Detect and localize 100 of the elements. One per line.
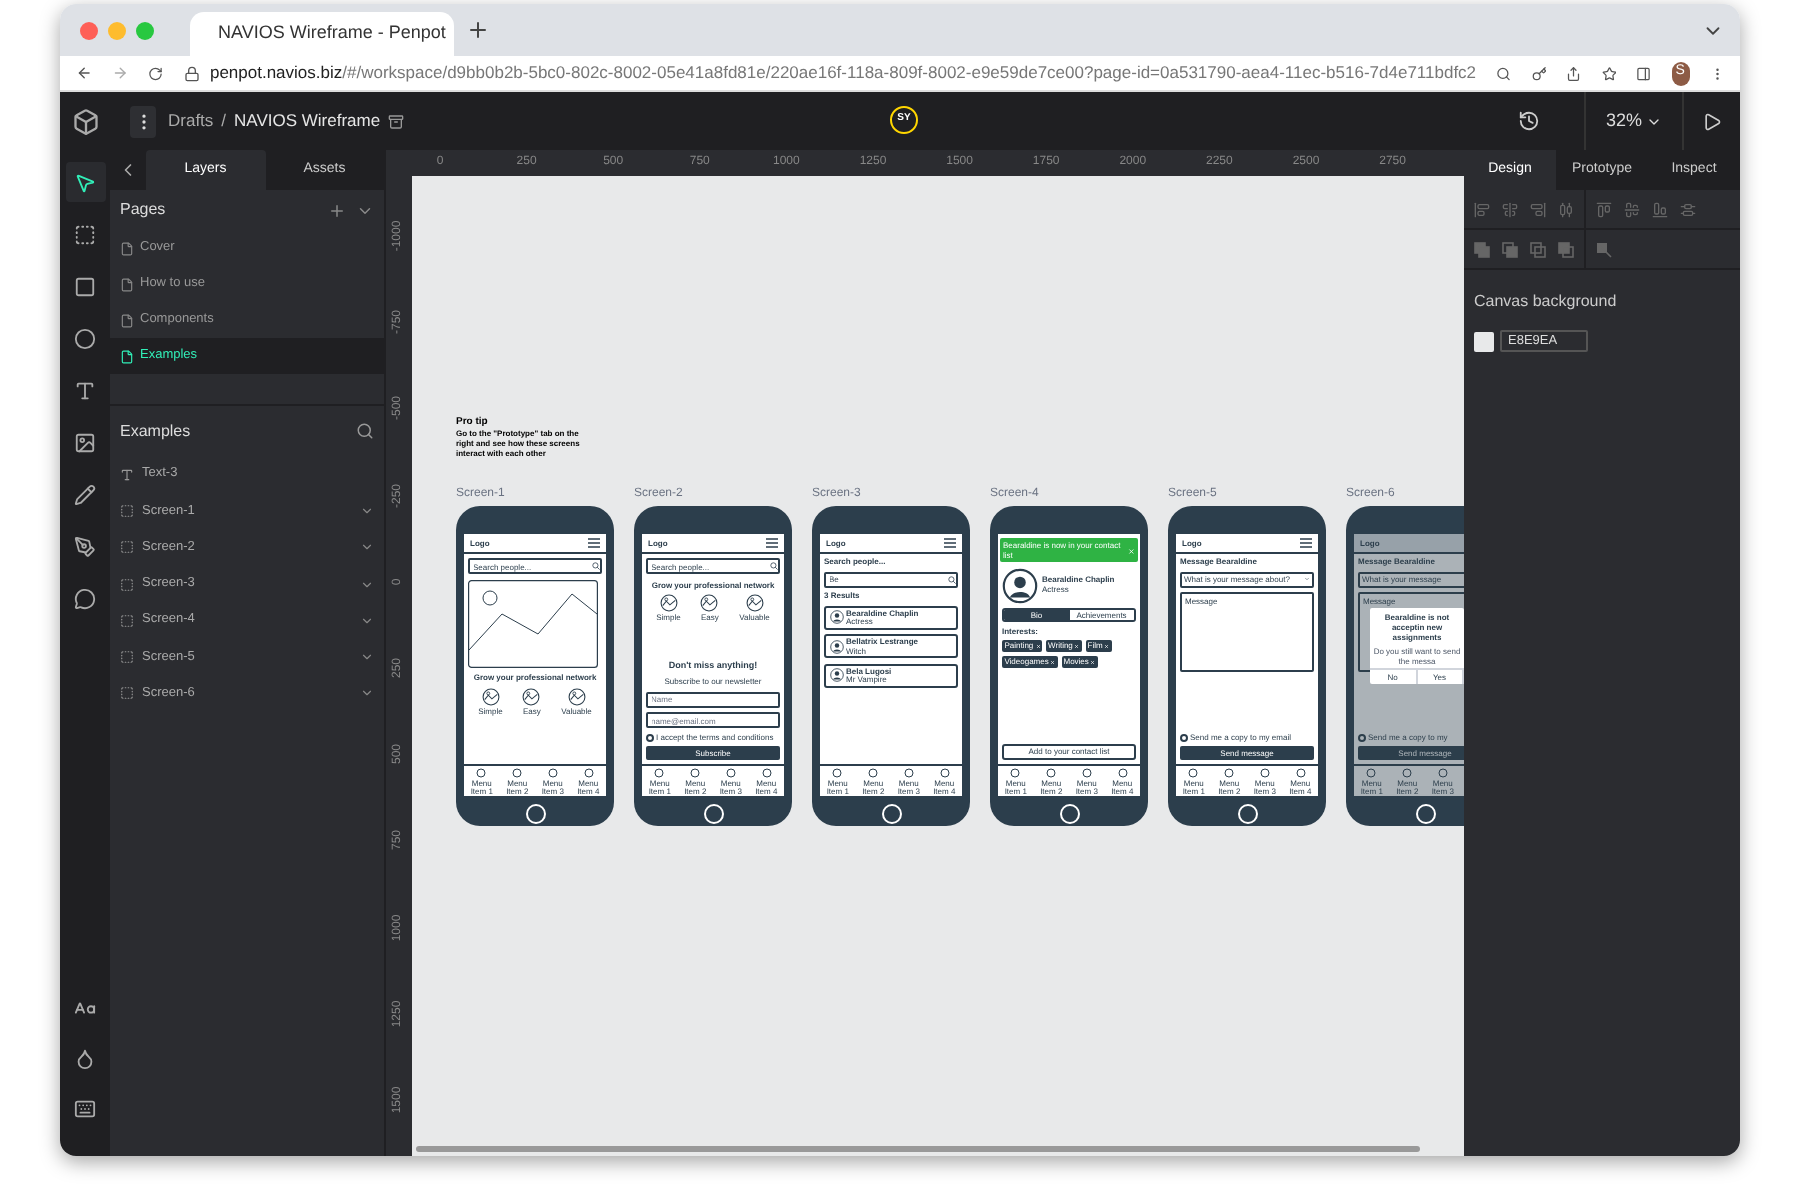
search-icon[interactable] bbox=[1496, 63, 1512, 83]
avatar-icon bbox=[829, 610, 843, 625]
new-tab-icon[interactable] bbox=[466, 18, 490, 42]
back-icon[interactable] bbox=[76, 62, 93, 84]
align-icon[interactable] bbox=[1530, 201, 1546, 217]
search-icon bbox=[947, 575, 955, 584]
typography-icon[interactable] bbox=[74, 998, 96, 1020]
expand-icon[interactable] bbox=[360, 577, 374, 592]
nav-icon[interactable] bbox=[1259, 768, 1270, 778]
file-icon bbox=[120, 313, 134, 327]
nav-icon[interactable] bbox=[832, 768, 843, 778]
nav-icon[interactable] bbox=[1402, 768, 1413, 778]
wave-circle-icon bbox=[567, 687, 586, 706]
align-icon[interactable] bbox=[1624, 201, 1640, 217]
lock-icon bbox=[183, 65, 200, 81]
browser-tab[interactable]: NAVIOS Wireframe - Penpot bbox=[190, 12, 454, 56]
history-icon[interactable] bbox=[1517, 110, 1540, 132]
nav-icon[interactable] bbox=[512, 768, 523, 778]
nav-icon[interactable] bbox=[1188, 768, 1199, 778]
zoom-dropdown[interactable]: 32% bbox=[1605, 107, 1662, 135]
side-panel-icon[interactable] bbox=[1636, 63, 1652, 83]
archive-icon[interactable] bbox=[388, 113, 405, 129]
breadcrumb-link[interactable]: Drafts bbox=[168, 108, 214, 134]
search-icon[interactable] bbox=[356, 422, 374, 440]
breadcrumb-separator: / bbox=[221, 108, 227, 134]
align-icon[interactable] bbox=[1502, 201, 1518, 217]
nav-icon[interactable] bbox=[654, 768, 665, 778]
align-icon[interactable] bbox=[1680, 201, 1696, 217]
nav-icon[interactable] bbox=[725, 768, 736, 778]
expand-icon[interactable] bbox=[360, 613, 374, 628]
checkbox[interactable] bbox=[1358, 733, 1366, 742]
nav-icon[interactable] bbox=[690, 768, 701, 778]
wave-circle-icon bbox=[745, 594, 764, 613]
text-icon bbox=[120, 467, 134, 482]
expand-icon[interactable] bbox=[360, 503, 374, 518]
nav-icon[interactable] bbox=[903, 768, 914, 778]
align-icon[interactable] bbox=[1558, 201, 1574, 217]
address-bar[interactable]: penpot.navios.biz/#/workspace/d9bb0b2b-5bc0-802c-8002-05e41a8fd81e/220ae16f-118a-809f-8002-e9e59de7ce00?page-id=0a531790-aea4-11ec-b516-7d4e711bdfc2 bbox=[183, 57, 1477, 89]
flatten-icon[interactable] bbox=[1596, 241, 1612, 257]
drop-icon[interactable] bbox=[74, 1048, 96, 1070]
file-name[interactable]: NAVIOS Wireframe bbox=[234, 108, 381, 134]
nav-icon[interactable] bbox=[476, 768, 487, 778]
search-icon bbox=[769, 562, 777, 571]
align-icon[interactable] bbox=[1652, 201, 1668, 217]
avatar-icon bbox=[829, 668, 843, 683]
nav-icon[interactable] bbox=[1046, 768, 1057, 778]
nav-icon[interactable] bbox=[1010, 768, 1021, 778]
horizontal-scrollbar[interactable] bbox=[416, 1146, 1420, 1152]
wave-circle-icon bbox=[700, 594, 719, 613]
nav-icon[interactable] bbox=[868, 768, 879, 778]
file-icon bbox=[120, 241, 134, 255]
pencil-icon bbox=[74, 483, 96, 505]
wave-circle-icon bbox=[659, 594, 678, 613]
file-icon bbox=[120, 349, 134, 363]
nav-icon[interactable] bbox=[761, 768, 772, 778]
url-text: penpot.navios.biz/#/workspace/d9bb0b2b-5bc0-802c-8002-05e41a8fd81e/220ae16f-118a-809f-8002-e9e59de7ce00?page-id=0a531790-aea4-11ec-b516-7d4e711bdfc2 bbox=[209, 60, 1477, 86]
key-icon[interactable] bbox=[1531, 63, 1547, 83]
menu-icon[interactable] bbox=[1300, 538, 1312, 549]
nav-icon[interactable] bbox=[1081, 768, 1092, 778]
text-icon bbox=[74, 379, 96, 401]
comment-icon bbox=[74, 587, 96, 609]
menu-icon[interactable] bbox=[944, 538, 956, 549]
logo-icon[interactable] bbox=[71, 107, 99, 135]
avatar-icon bbox=[829, 639, 843, 654]
main-menu-button[interactable] bbox=[130, 105, 156, 137]
nav-icon[interactable] bbox=[1366, 768, 1377, 778]
expand-icon[interactable] bbox=[360, 686, 374, 701]
align-icon[interactable] bbox=[1474, 201, 1490, 217]
file-icon bbox=[120, 277, 134, 291]
nav-icon[interactable] bbox=[583, 768, 594, 778]
wave-circle-icon bbox=[481, 687, 500, 706]
play-icon[interactable] bbox=[1702, 111, 1722, 131]
color-swatch[interactable] bbox=[1474, 331, 1494, 351]
nav-icon[interactable] bbox=[1295, 768, 1306, 778]
pointer-icon bbox=[74, 171, 96, 193]
image-icon bbox=[74, 431, 96, 453]
checkbox[interactable] bbox=[1180, 733, 1188, 742]
ellipse-icon bbox=[74, 327, 96, 349]
wave-circle-icon bbox=[522, 687, 541, 706]
expand-icon[interactable] bbox=[360, 650, 374, 665]
rectangle-icon bbox=[74, 275, 96, 297]
checkbox[interactable] bbox=[646, 733, 654, 742]
tab-title: NAVIOS Wireframe - Penpot bbox=[218, 20, 446, 47]
menu-icon[interactable] bbox=[766, 538, 778, 549]
menu-icon[interactable] bbox=[588, 538, 600, 549]
nav-icon[interactable] bbox=[1117, 768, 1128, 778]
reload-icon[interactable] bbox=[148, 63, 164, 83]
tool-button[interactable] bbox=[65, 162, 105, 202]
nav-icon[interactable] bbox=[1224, 768, 1235, 778]
add-icon[interactable] bbox=[328, 201, 346, 219]
keyboard-icon[interactable] bbox=[74, 1098, 96, 1120]
star-icon[interactable] bbox=[1601, 63, 1617, 83]
nav-icon[interactable] bbox=[939, 768, 950, 778]
expand-icon[interactable] bbox=[360, 540, 374, 555]
nav-icon[interactable] bbox=[1437, 768, 1448, 778]
share-icon[interactable] bbox=[1566, 63, 1582, 83]
align-icon[interactable] bbox=[1596, 201, 1612, 217]
nav-icon[interactable] bbox=[547, 768, 558, 778]
pen-icon bbox=[74, 535, 96, 557]
board-icon bbox=[74, 223, 96, 245]
